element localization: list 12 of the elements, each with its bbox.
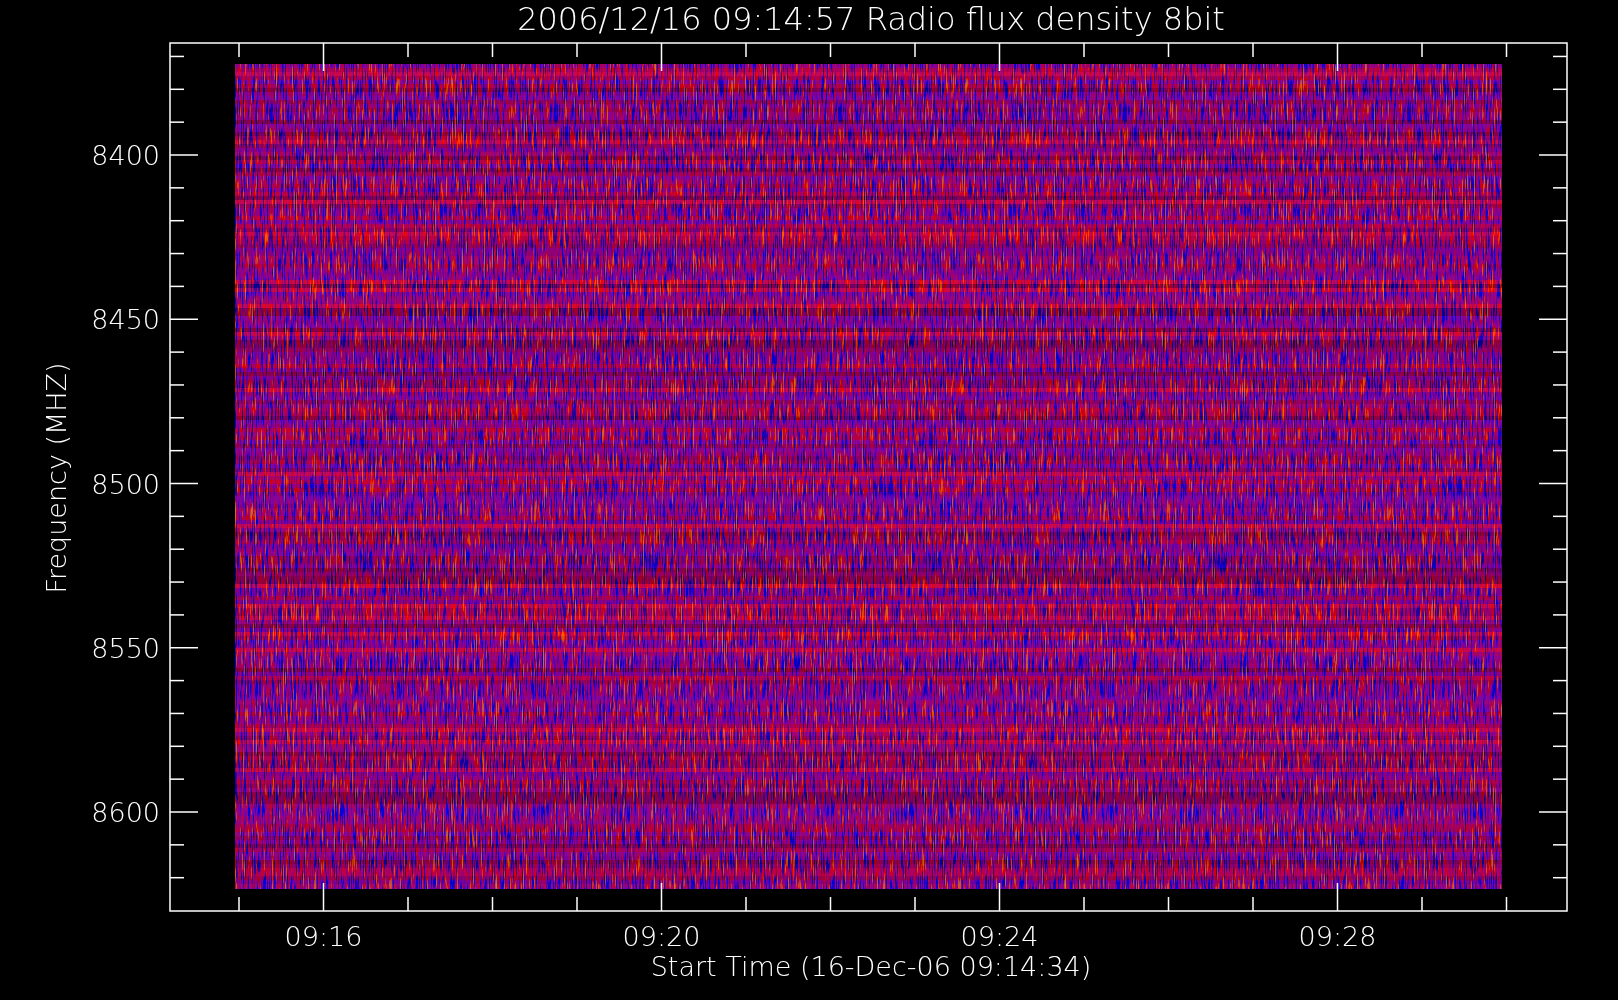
x-tick-label: 09:24	[960, 921, 1039, 952]
y-tick-label: 8400	[91, 140, 160, 171]
y-tick-label: 8500	[91, 468, 160, 500]
y-tick-label: 8600	[91, 797, 160, 828]
x-tick-label: 09:16	[284, 921, 363, 952]
y-tick-label: 8550	[91, 632, 160, 664]
x-tick-label: 09:28	[1298, 921, 1377, 952]
y-tick-label: 8450	[91, 304, 160, 336]
chart-title: 2006/12/16 09:14:57 Radio flux density 8bit	[517, 0, 1225, 38]
x-axis-title: Start Time (16-Dec-06 09:14:34)	[650, 951, 1092, 982]
x-tick-label: 09:20	[622, 921, 701, 952]
y-axis-title: Frequency (MHZ)	[41, 362, 72, 594]
